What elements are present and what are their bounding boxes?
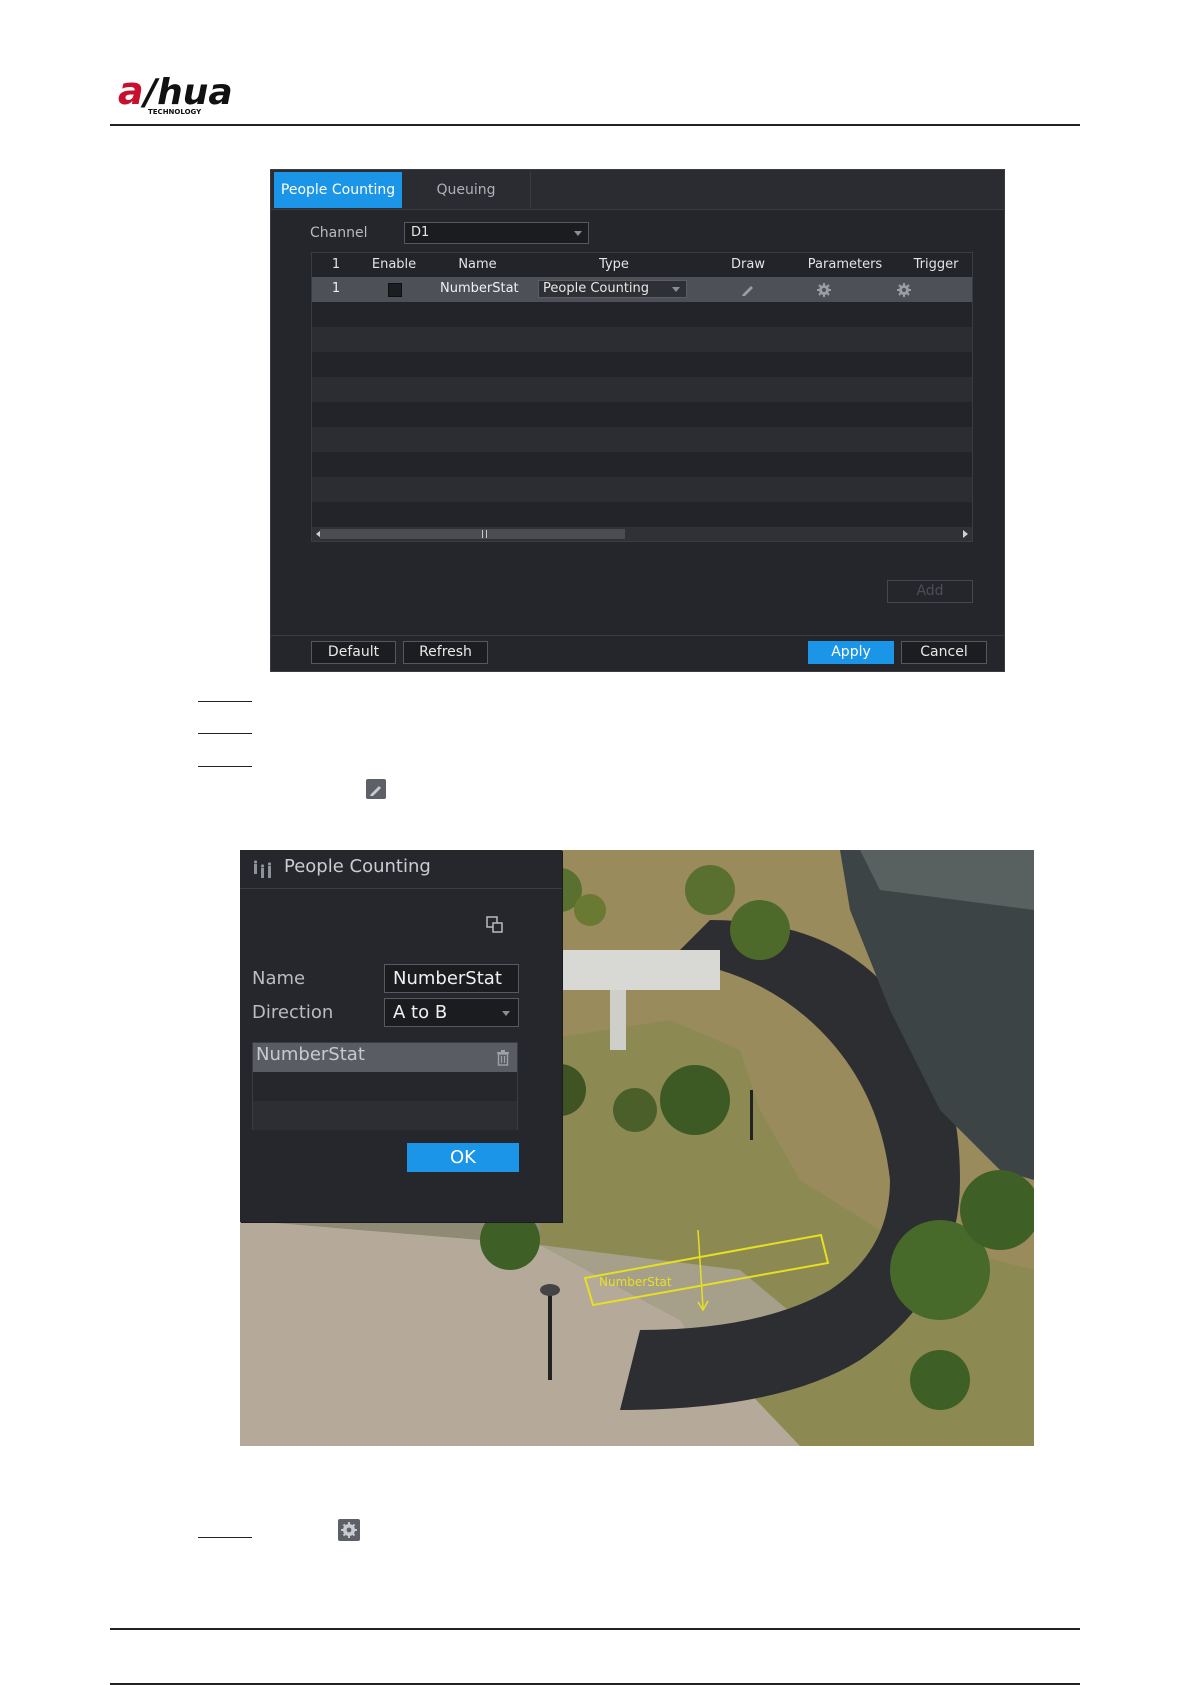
scroll-right-icon[interactable] xyxy=(963,530,968,538)
list-item xyxy=(253,1101,517,1130)
add-button[interactable]: Add xyxy=(887,580,973,603)
name-input[interactable]: NumberStat xyxy=(384,964,519,993)
gear-icon[interactable] xyxy=(817,282,831,301)
people-counting-panel: People Counting Name NumberStat Directio… xyxy=(240,850,562,1222)
table-row xyxy=(312,427,972,452)
maximize-icon[interactable] xyxy=(486,916,504,938)
row-name: NumberStat xyxy=(440,281,519,296)
list-item[interactable]: NumberStat xyxy=(253,1043,517,1072)
svg-text:/hua: /hua xyxy=(140,72,233,113)
panel-title-bar: People Counting xyxy=(240,850,562,889)
col-type: Type xyxy=(599,257,629,272)
enable-checkbox[interactable] xyxy=(388,283,402,297)
tab-bar: People Counting Queuing xyxy=(271,170,1004,210)
step-marker xyxy=(198,1537,252,1538)
table-row xyxy=(312,402,972,427)
col-draw: Draw xyxy=(731,257,765,272)
gear-icon[interactable] xyxy=(897,282,911,301)
direction-label: Direction xyxy=(252,1002,334,1023)
dahua-logo: a /hua TECHNOLOGY xyxy=(118,69,258,120)
table-row xyxy=(312,352,972,377)
type-select[interactable]: People Counting xyxy=(538,280,687,298)
table-row xyxy=(312,302,972,327)
col-parameters: Parameters xyxy=(807,257,883,272)
channel-select[interactable]: D1 xyxy=(404,222,589,244)
list-item xyxy=(253,1072,517,1101)
people-counting-icon xyxy=(252,860,278,884)
col-name: Name xyxy=(458,257,497,272)
table-row[interactable]: 1 NumberStat People Counting xyxy=(312,277,972,302)
ok-button[interactable]: OK xyxy=(407,1143,519,1172)
direction-value: A to B xyxy=(393,1002,448,1023)
table-row xyxy=(312,502,972,527)
name-label: Name xyxy=(252,968,306,989)
apply-button[interactable]: Apply xyxy=(808,641,894,664)
logo-subtitle: TECHNOLOGY xyxy=(148,108,202,116)
header-rule xyxy=(110,124,1080,126)
default-button[interactable]: Default xyxy=(311,641,396,664)
svg-text:a: a xyxy=(118,70,144,113)
table-header: 1 Enable Name Type Draw Parameters Trigg… xyxy=(312,253,972,277)
refresh-button[interactable]: Refresh xyxy=(403,641,488,664)
footer-rule xyxy=(110,1628,1080,1630)
rule-list: NumberStat xyxy=(252,1042,518,1130)
table-row xyxy=(312,452,972,477)
gear-icon xyxy=(338,1519,360,1541)
step-marker xyxy=(198,733,252,734)
table-row xyxy=(312,377,972,402)
overlay-rule-label: NumberStat xyxy=(599,1275,672,1289)
panel-title: People Counting xyxy=(284,856,431,877)
scrollbar-thumb[interactable] xyxy=(320,529,625,539)
type-value: People Counting xyxy=(543,281,650,296)
chevron-down-icon xyxy=(574,231,582,236)
direction-select[interactable]: A to B xyxy=(384,998,519,1027)
col-enable: Enable xyxy=(371,257,417,272)
rule-name: NumberStat xyxy=(256,1044,365,1065)
channel-label: Channel xyxy=(310,225,368,241)
row-index: 1 xyxy=(331,281,341,296)
footer-divider xyxy=(271,635,1004,636)
tab-queuing[interactable]: Queuing xyxy=(402,172,531,208)
trash-icon[interactable] xyxy=(496,1050,510,1070)
cancel-button[interactable]: Cancel xyxy=(901,641,987,664)
tab-people-counting[interactable]: People Counting xyxy=(274,172,402,208)
col-index: 1 xyxy=(331,257,341,272)
table-row xyxy=(312,477,972,502)
table-row xyxy=(312,327,972,352)
chevron-down-icon xyxy=(672,287,680,292)
chevron-down-icon xyxy=(502,1011,510,1016)
rule-table: 1 Enable Name Type Draw Parameters Trigg… xyxy=(311,252,973,542)
step-marker xyxy=(198,701,252,702)
step-marker xyxy=(198,766,252,767)
col-trigger: Trigger xyxy=(913,257,959,272)
people-counting-settings-dialog: People Counting Queuing Channel D1 1 Ena… xyxy=(270,169,1005,672)
pencil-icon[interactable] xyxy=(740,282,756,301)
channel-value: D1 xyxy=(411,225,430,240)
pencil-icon xyxy=(366,779,386,799)
horizontal-scrollbar[interactable] xyxy=(312,527,972,541)
